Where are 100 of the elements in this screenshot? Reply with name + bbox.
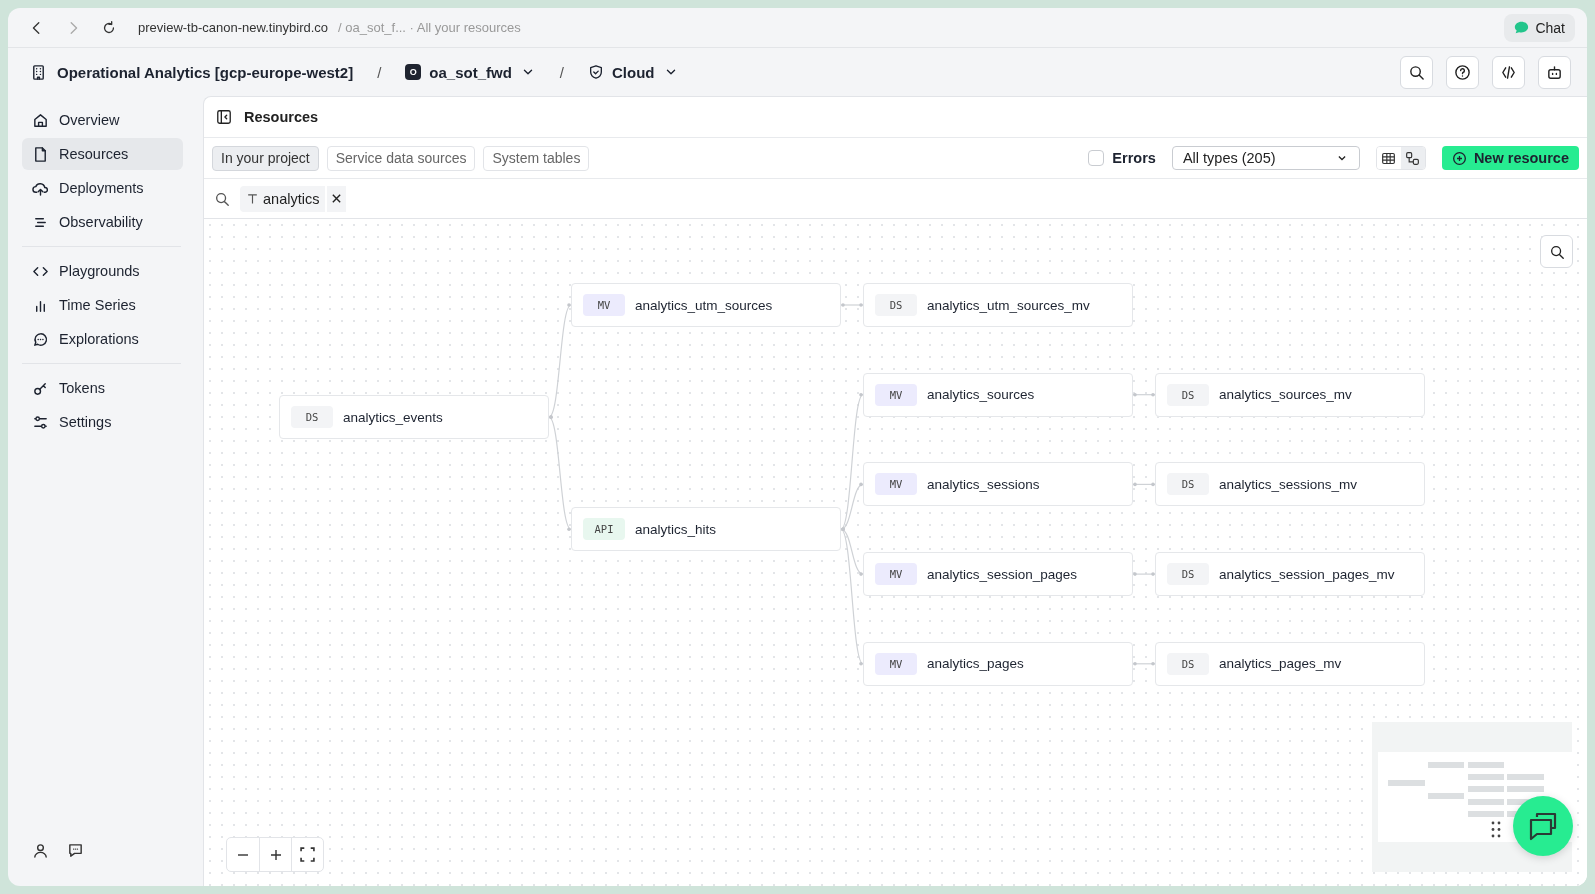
connector-line xyxy=(1132,482,1156,487)
organization-name: Operational Analytics [gcp-europe-west2] xyxy=(57,63,354,81)
resource-name: analytics_sessions xyxy=(927,476,1040,492)
type-tag: MV xyxy=(875,383,917,406)
search-icon xyxy=(1548,243,1565,260)
sidebar-item[interactable]: Settings xyxy=(22,406,183,438)
resource-name: analytics_utm_sources_mv xyxy=(927,297,1090,313)
sidebar-item[interactable]: Time Series xyxy=(22,289,183,321)
breadcrumb-separator: / xyxy=(377,63,382,81)
connector-line xyxy=(1132,392,1156,397)
errors-checkbox[interactable] xyxy=(1088,150,1105,166)
search-icon xyxy=(214,190,230,207)
plus-icon xyxy=(268,847,283,862)
sidebar-item[interactable]: Playgrounds xyxy=(22,255,183,287)
sidebar-item[interactable]: Tokens xyxy=(22,372,183,404)
feedback-icon[interactable] xyxy=(67,842,84,859)
resource-node[interactable]: MV analytics_session_pages xyxy=(863,552,1133,597)
home-icon xyxy=(32,111,49,129)
resource-node[interactable]: MV analytics_pages xyxy=(863,641,1133,686)
chat-bubbles-icon xyxy=(1527,810,1559,842)
sidebar-item[interactable]: Explorations xyxy=(22,323,183,355)
filter-tab[interactable]: System tables xyxy=(483,145,590,171)
resource-name: analytics_pages_mv xyxy=(1219,656,1342,672)
sidebar-item[interactable]: Deployments xyxy=(22,172,183,204)
filter-chip-label: analytics xyxy=(263,190,320,207)
workspace-selector[interactable]: O oa_sot_fwd xyxy=(405,63,536,81)
type-tag: DS xyxy=(1167,563,1209,586)
speech-bubble-icon xyxy=(1514,20,1530,35)
table-icon xyxy=(1381,150,1397,166)
shield-icon xyxy=(588,64,605,80)
workspace-initial: O xyxy=(405,64,422,80)
close-icon xyxy=(331,193,343,204)
type-tag: DS xyxy=(291,406,333,429)
agent-button[interactable] xyxy=(1538,55,1571,89)
reload-icon[interactable] xyxy=(101,19,117,36)
plus-circle-icon xyxy=(1451,150,1467,166)
resource-name: analytics_session_pages_mv xyxy=(1219,566,1395,582)
building-icon xyxy=(30,63,47,81)
type-tag: DS xyxy=(1167,473,1209,496)
type-select[interactable]: All types (205) xyxy=(1171,146,1360,170)
sidebar-toggle-icon[interactable] xyxy=(216,109,232,125)
new-resource-button[interactable]: New resource xyxy=(1441,146,1579,170)
fullscreen-icon xyxy=(300,847,315,862)
type-tag: DS xyxy=(1167,652,1209,675)
page-url: preview-tb-canon-new.tinybird.co xyxy=(138,20,329,35)
minus-icon xyxy=(237,853,249,856)
sidebar-item[interactable]: Overview xyxy=(22,104,183,136)
breadcrumb-separator: / xyxy=(559,63,565,81)
speech-bubble-icon xyxy=(32,330,49,348)
resource-node[interactable]: DS analytics_pages_mv xyxy=(1155,641,1425,686)
code-button[interactable] xyxy=(1492,55,1525,89)
resource-name: analytics_sources_mv xyxy=(1219,387,1352,403)
connector-line xyxy=(1132,572,1156,576)
search-button[interactable] xyxy=(1400,55,1433,89)
page-breadcrumb: / oa_sot_f... · All your resources xyxy=(338,20,521,35)
resource-node[interactable]: MV analytics_utm_sources xyxy=(571,283,841,327)
canvas-search-button[interactable] xyxy=(1540,235,1573,268)
errors-label: Errors xyxy=(1112,150,1156,166)
filter-tab[interactable]: In your project xyxy=(212,145,319,171)
resource-node[interactable]: MV analytics_sessions xyxy=(863,462,1133,507)
user-icon[interactable] xyxy=(32,842,49,859)
sidebar-item[interactable]: Observability xyxy=(22,206,183,238)
panel-title: Resources xyxy=(244,109,319,125)
type-tag: DS xyxy=(1167,383,1209,406)
connector-line xyxy=(1132,662,1156,666)
resource-node[interactable]: DS analytics_events xyxy=(279,395,549,440)
type-tag: MV xyxy=(875,563,917,586)
search-icon xyxy=(1408,63,1425,81)
resource-node[interactable]: DS analytics_sources_mv xyxy=(1155,372,1425,417)
type-tag: MV xyxy=(583,294,625,316)
resource-node[interactable]: API analytics_hits xyxy=(571,507,841,552)
environment-selector[interactable]: Cloud xyxy=(588,63,679,81)
sidebar-item[interactable]: Resources xyxy=(22,138,183,170)
graph-icon xyxy=(1405,150,1421,166)
filter-tab[interactable]: Service data sources xyxy=(326,145,476,171)
resource-name: analytics_sources xyxy=(927,387,1035,403)
resource-name: analytics_utm_sources xyxy=(635,297,773,313)
help-button[interactable] xyxy=(1446,55,1479,89)
resource-node[interactable]: MV analytics_sources xyxy=(863,372,1133,417)
sliders-icon xyxy=(32,413,49,431)
type-tag: API xyxy=(583,518,625,541)
robot-icon xyxy=(1546,63,1563,81)
document-icon xyxy=(32,145,49,163)
connector-line xyxy=(840,303,864,307)
type-tag: MV xyxy=(875,652,917,675)
remove-filter-button[interactable] xyxy=(325,185,347,212)
chat-button[interactable]: Chat xyxy=(1504,13,1575,42)
drag-handle-icon[interactable] xyxy=(1491,821,1501,838)
resource-name: analytics_hits xyxy=(635,521,717,537)
graph-view-button[interactable] xyxy=(1400,147,1425,169)
type-tag: MV xyxy=(875,473,917,496)
resource-name: analytics_pages xyxy=(927,656,1024,672)
resource-name: analytics_sessions_mv xyxy=(1219,476,1358,492)
type-tag: DS xyxy=(875,294,917,316)
resource-name: analytics_session_pages xyxy=(927,566,1078,582)
resource-node[interactable]: DS analytics_utm_sources_mv xyxy=(863,283,1133,327)
resource-node[interactable]: DS analytics_sessions_mv xyxy=(1155,462,1425,507)
text-type-icon xyxy=(246,192,259,205)
resource-node[interactable]: DS analytics_session_pages_mv xyxy=(1155,552,1425,597)
help-icon xyxy=(1454,63,1471,81)
